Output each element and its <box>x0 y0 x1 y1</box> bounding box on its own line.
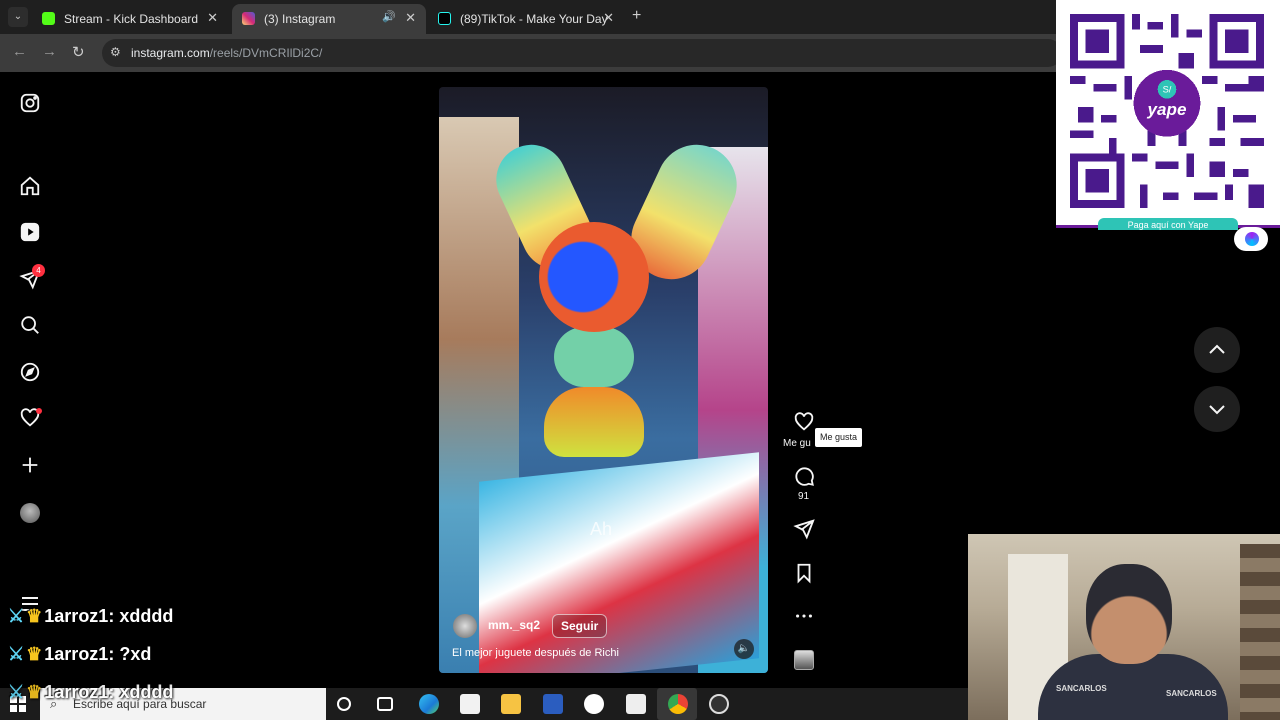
tab-instagram[interactable]: (3) Instagram 🔊 ✕ <box>232 4 426 34</box>
close-icon[interactable]: ✕ <box>603 10 614 26</box>
yape-logo: yape <box>1147 100 1187 119</box>
new-tab-button[interactable]: + <box>632 7 641 25</box>
task-view-icon[interactable] <box>377 697 393 711</box>
close-icon[interactable]: ✕ <box>207 10 218 26</box>
reel-video[interactable]: Ah mm._sq2 Seguir El mejor juguete despu… <box>439 87 768 673</box>
save-icon[interactable] <box>793 562 815 584</box>
shirt-logo: SANCARLOS <box>1056 684 1107 693</box>
sword-badge-icon: ⚔ <box>8 644 25 664</box>
chat-message: ⚔ ♛ 1arroz1: ?xd <box>8 644 152 664</box>
sword-badge-icon: ⚔ <box>8 682 25 702</box>
explore-icon[interactable] <box>19 361 41 383</box>
cortana-icon[interactable] <box>337 697 351 711</box>
chat-username: 1arroz1 <box>44 606 109 626</box>
notification-dot <box>36 408 42 414</box>
webcam-background-shelf <box>1240 544 1280 720</box>
instagram-logo-icon[interactable] <box>19 92 41 114</box>
home-icon[interactable] <box>19 175 41 197</box>
video-subtitle: Ah <box>590 519 613 539</box>
qr-caption: Paga aquí con Yape <box>1098 218 1238 230</box>
app-icon[interactable] <box>709 694 729 714</box>
screen: ⌄ Stream - Kick Dashboard ✕ (3) Instagra… <box>0 0 1280 720</box>
tab-title: (89)TikTok - Make Your Day <box>460 12 608 26</box>
streamer-head <box>1086 564 1172 664</box>
messages-badge: 4 <box>32 264 45 277</box>
video-frame-toy-body <box>554 327 634 387</box>
obs-icon[interactable] <box>584 694 604 714</box>
webcam-feed: SANCARLOS SANCARLOS <box>968 534 1280 720</box>
extension-icon[interactable] <box>1234 227 1268 251</box>
follow-button[interactable]: Seguir <box>552 614 608 638</box>
chrome-icon[interactable] <box>668 694 688 714</box>
qr-currency: S/ <box>1163 84 1172 94</box>
chat-text: xdddd <box>119 606 174 626</box>
shirt-logo: SANCARLOS <box>1166 689 1217 698</box>
create-icon[interactable] <box>19 454 41 476</box>
site-info-icon[interactable]: ⚙ <box>110 45 121 59</box>
like-icon[interactable] <box>793 411 815 433</box>
sword-badge-icon: ⚔ <box>8 606 25 626</box>
chat-text: ?xd <box>119 644 152 664</box>
profile-avatar[interactable] <box>20 503 40 523</box>
like-label: Me gu <box>783 438 811 449</box>
tab-search-button[interactable]: ⌄ <box>8 7 28 27</box>
close-icon[interactable]: ✕ <box>405 10 416 26</box>
audio-thumbnail[interactable] <box>794 650 814 670</box>
tiktok-icon <box>438 12 451 25</box>
chat-text: xdddd <box>119 682 174 702</box>
instagram-icon <box>242 12 255 25</box>
forward-icon[interactable]: → <box>42 43 57 60</box>
tab-title: Stream - Kick Dashboard <box>64 12 199 26</box>
next-reel-button[interactable] <box>1194 386 1240 432</box>
tab-tiktok[interactable]: (89)TikTok - Make Your Day ✕ <box>428 4 624 34</box>
reload-icon[interactable]: ↻ <box>72 43 85 61</box>
video-frame-toy-box <box>479 452 759 673</box>
reels-icon[interactable] <box>19 221 41 243</box>
tab-title: (3) Instagram <box>264 12 336 26</box>
store-icon[interactable] <box>460 694 480 714</box>
chat-message: ⚔ ♛ 1arroz1: xdddd <box>8 682 174 702</box>
volume-icon[interactable]: 🔈 <box>734 639 754 659</box>
reel-author-avatar[interactable] <box>453 614 477 638</box>
video-frame-toy-head <box>539 222 649 332</box>
back-icon[interactable]: ← <box>12 43 27 60</box>
speaker-icon[interactable]: 🔊 <box>382 10 396 23</box>
address-bar[interactable]: ⚙ instagram.com/reels/DVmCRIlDi2C/ <box>102 39 1062 67</box>
reel-caption[interactable]: El mejor juguete después de Richi <box>452 647 619 659</box>
tab-kick[interactable]: Stream - Kick Dashboard ✕ <box>32 4 228 34</box>
chat-username: 1arroz1 <box>44 682 109 702</box>
edge-icon[interactable] <box>419 694 439 714</box>
chat-username: 1arroz1 <box>44 644 109 664</box>
comment-icon[interactable] <box>793 465 815 487</box>
word-icon[interactable] <box>543 694 563 714</box>
chat-message: ⚔ ♛ 1arroz1: xdddd <box>8 606 174 626</box>
qr-code: S/ yape <box>1070 14 1264 208</box>
mail-icon[interactable] <box>626 694 646 714</box>
file-explorer-icon[interactable] <box>501 694 521 714</box>
comments-count: 91 <box>798 491 810 502</box>
share-icon[interactable] <box>793 518 815 540</box>
more-options-icon[interactable] <box>793 605 815 627</box>
crown-badge-icon: ♛ <box>26 644 43 664</box>
crown-badge-icon: ♛ <box>26 682 43 702</box>
reel-author-username[interactable]: mm._sq2 <box>488 618 540 632</box>
search-icon[interactable] <box>19 314 41 336</box>
video-frame-toy-base <box>544 387 644 457</box>
crown-badge-icon: ♛ <box>26 606 43 626</box>
like-tooltip: Me gusta <box>815 428 863 447</box>
kick-icon <box>42 12 55 25</box>
url-text: instagram.com/reels/DVmCRIlDi2C/ <box>131 46 323 60</box>
yape-qr-panel: S/ yape Paga aquí con Yape <box>1056 0 1280 230</box>
previous-reel-button[interactable] <box>1194 327 1240 373</box>
